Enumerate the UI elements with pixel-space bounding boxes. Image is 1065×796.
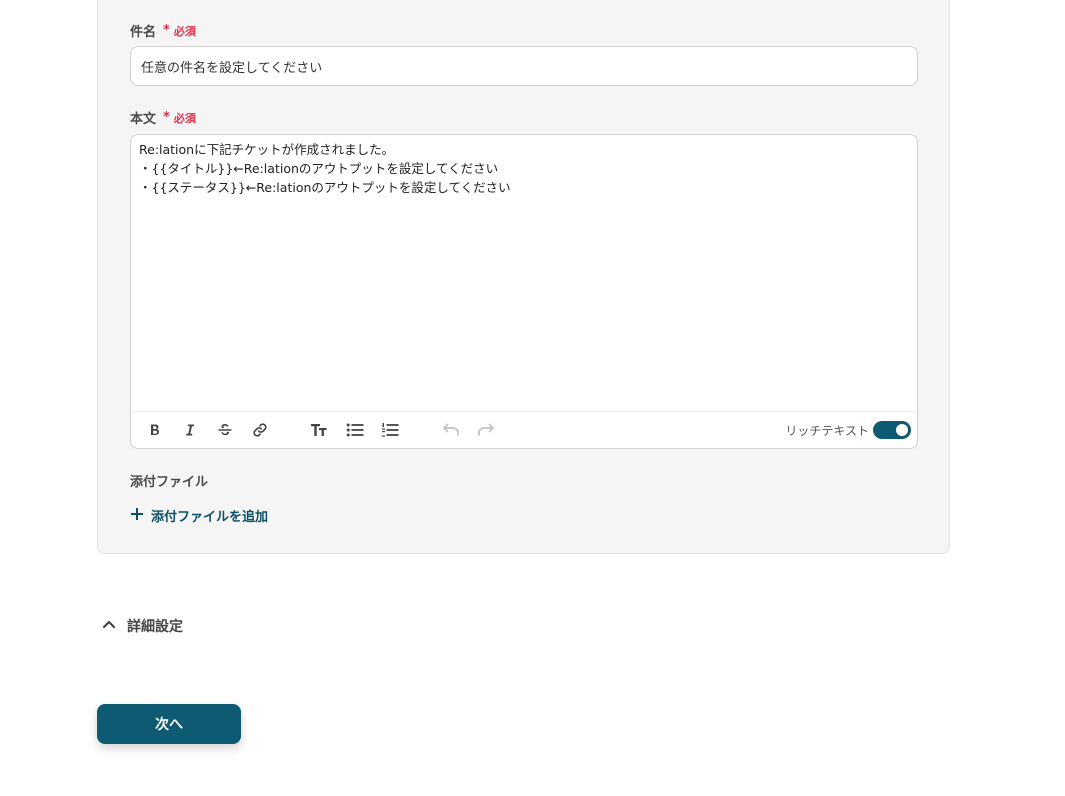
required-text: 必須 xyxy=(173,111,196,125)
attachments-label-text: 添付ファイル xyxy=(130,475,209,490)
add-attachment-label: 添付ファイルを追加 xyxy=(151,510,269,525)
editor-line: ・{{ステータス}}←Re:lationのアウトプットを設定してください xyxy=(139,180,511,195)
bullet-list-icon[interactable] xyxy=(345,420,365,440)
numbered-list-icon[interactable] xyxy=(380,420,400,440)
plus-icon xyxy=(130,507,144,525)
italic-icon[interactable] xyxy=(180,420,200,440)
subject-label: 件名 * 必須 xyxy=(130,21,196,40)
required-mark: * xyxy=(163,110,170,125)
undo-icon[interactable] xyxy=(441,420,461,440)
rich-text-label: リッチテキスト xyxy=(785,424,869,438)
editor-content[interactable]: Re:lationに下記チケットが作成されました。 ・{{タイトル}}←Re:l… xyxy=(139,140,909,197)
next-button[interactable]: 次へ xyxy=(97,704,241,744)
editor-line: Re:lationに下記チケットが作成されました。 xyxy=(139,142,395,157)
advanced-settings-toggle[interactable]: 詳細設定 xyxy=(101,616,183,636)
advanced-settings-label: 詳細設定 xyxy=(127,619,183,635)
editor-toolbar: リッチテキスト xyxy=(131,411,917,448)
body-editor[interactable]: Re:lationに下記チケットが作成されました。 ・{{タイトル}}←Re:l… xyxy=(130,134,918,449)
editor-line: ・{{タイトル}}←Re:lationのアウトプットを設定してください xyxy=(139,161,499,176)
required-mark: * xyxy=(163,23,170,38)
chevron-up-icon xyxy=(101,618,117,634)
strikethrough-icon[interactable] xyxy=(215,420,235,440)
toggle-knob xyxy=(896,424,908,436)
rich-text-toggle[interactable] xyxy=(873,421,911,439)
attachments-label: 添付ファイル xyxy=(130,471,208,490)
bold-icon[interactable] xyxy=(145,420,165,440)
subject-label-text: 件名 xyxy=(130,25,157,40)
redo-icon[interactable] xyxy=(476,420,496,440)
text-size-icon[interactable] xyxy=(309,420,329,440)
add-attachment-button[interactable]: 添付ファイルを追加 xyxy=(130,506,268,525)
subject-input[interactable]: 任意の件名を設定してください xyxy=(130,46,918,86)
link-icon[interactable] xyxy=(250,420,270,440)
email-settings-panel: 件名 * 必須 任意の件名を設定してください 本文 * 必須 Re:lation… xyxy=(97,0,950,554)
subject-input-value: 任意の件名を設定してください xyxy=(141,60,323,76)
body-label-text: 本文 xyxy=(130,112,157,127)
required-text: 必須 xyxy=(173,24,196,38)
body-label: 本文 * 必須 xyxy=(130,108,196,127)
